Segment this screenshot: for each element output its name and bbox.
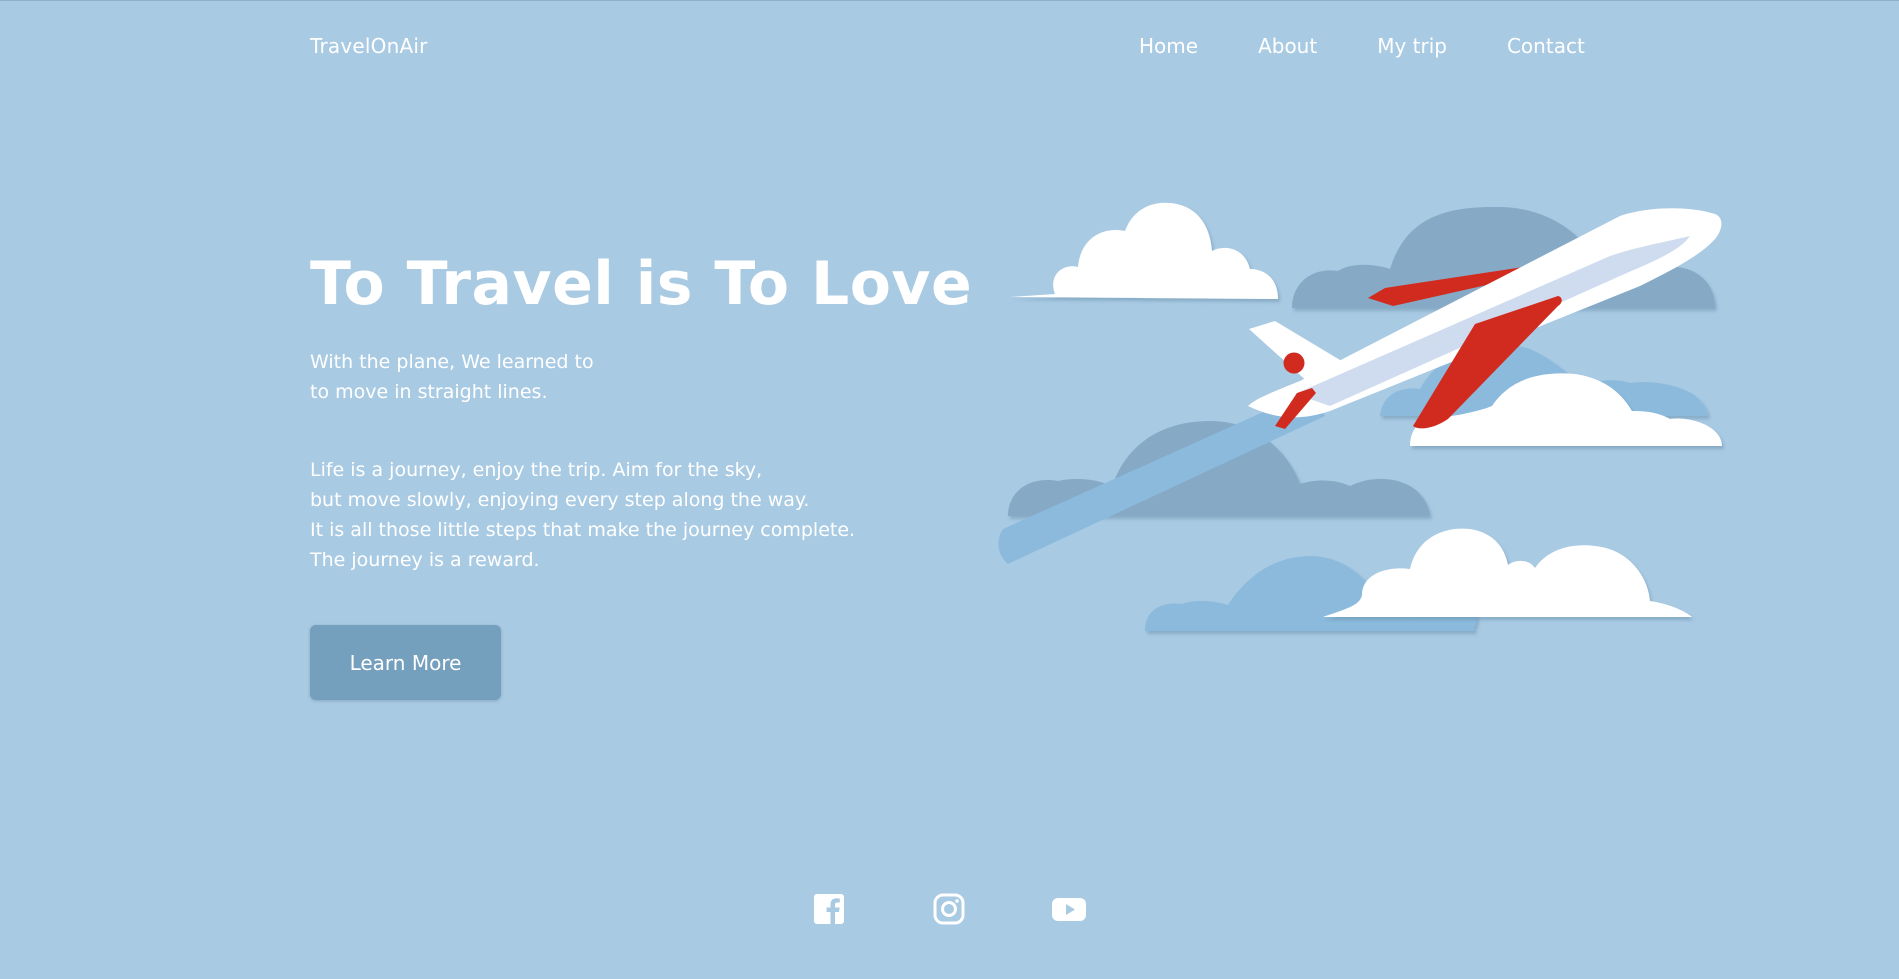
nav-contact[interactable]: Contact: [1507, 34, 1585, 58]
instagram-icon[interactable]: [931, 891, 967, 927]
hero-tagline: With the plane, We learned to to move in…: [310, 347, 870, 407]
hero-body: Life is a journey, enjoy the trip. Aim f…: [310, 455, 950, 575]
navbar: TravelOnAir Home About My trip Contact: [0, 1, 1899, 91]
hero-title: To Travel is To Love: [310, 249, 973, 319]
body-line: but move slowly, enjoying every step alo…: [310, 489, 810, 511]
body-line: It is all those little steps that make t…: [310, 519, 856, 541]
tagline-line: to move in straight lines.: [310, 381, 548, 403]
brand-logo[interactable]: TravelOnAir: [310, 34, 428, 58]
nav-home[interactable]: Home: [1139, 34, 1198, 58]
facebook-icon[interactable]: [811, 891, 847, 927]
body-line: The journey is a reward.: [310, 549, 540, 571]
nav-about[interactable]: About: [1258, 34, 1317, 58]
body-line: Life is a journey, enjoy the trip. Aim f…: [310, 459, 763, 481]
nav-my-trip[interactable]: My trip: [1377, 34, 1447, 58]
tagline-line: With the plane, We learned to: [310, 351, 594, 373]
social-bar: [0, 891, 1899, 927]
learn-more-button[interactable]: Learn More: [310, 625, 501, 700]
youtube-icon[interactable]: [1051, 891, 1087, 927]
cloud-white-top: [1010, 202, 1278, 299]
cloud-white-bottom: [1323, 528, 1692, 617]
airplane-illustration: [998, 202, 1722, 631]
nav-links: Home About My trip Contact: [1139, 34, 1585, 58]
